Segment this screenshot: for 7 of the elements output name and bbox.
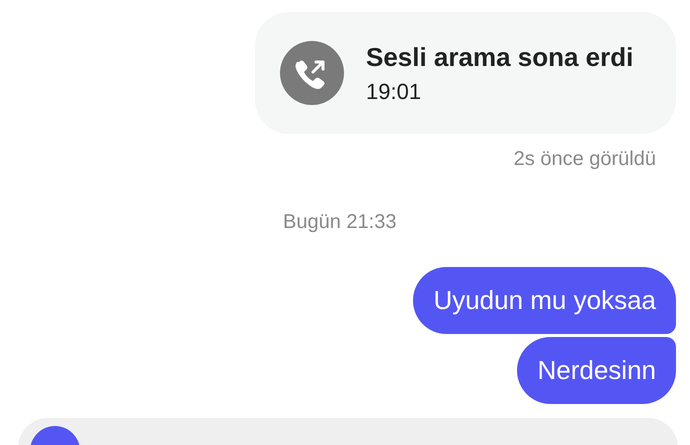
call-title: Sesli arama sona erdi — [366, 42, 634, 72]
seen-status: 2s önce görüldü — [514, 148, 656, 171]
call-time: 19:01 — [366, 78, 422, 104]
message-bubble: Uyudun mu yoksaa — [413, 267, 676, 334]
message-bubble: Nerdesinn — [517, 337, 676, 404]
outgoing-call-icon — [280, 41, 344, 105]
date-separator: Bugün 21:33 — [283, 211, 396, 234]
